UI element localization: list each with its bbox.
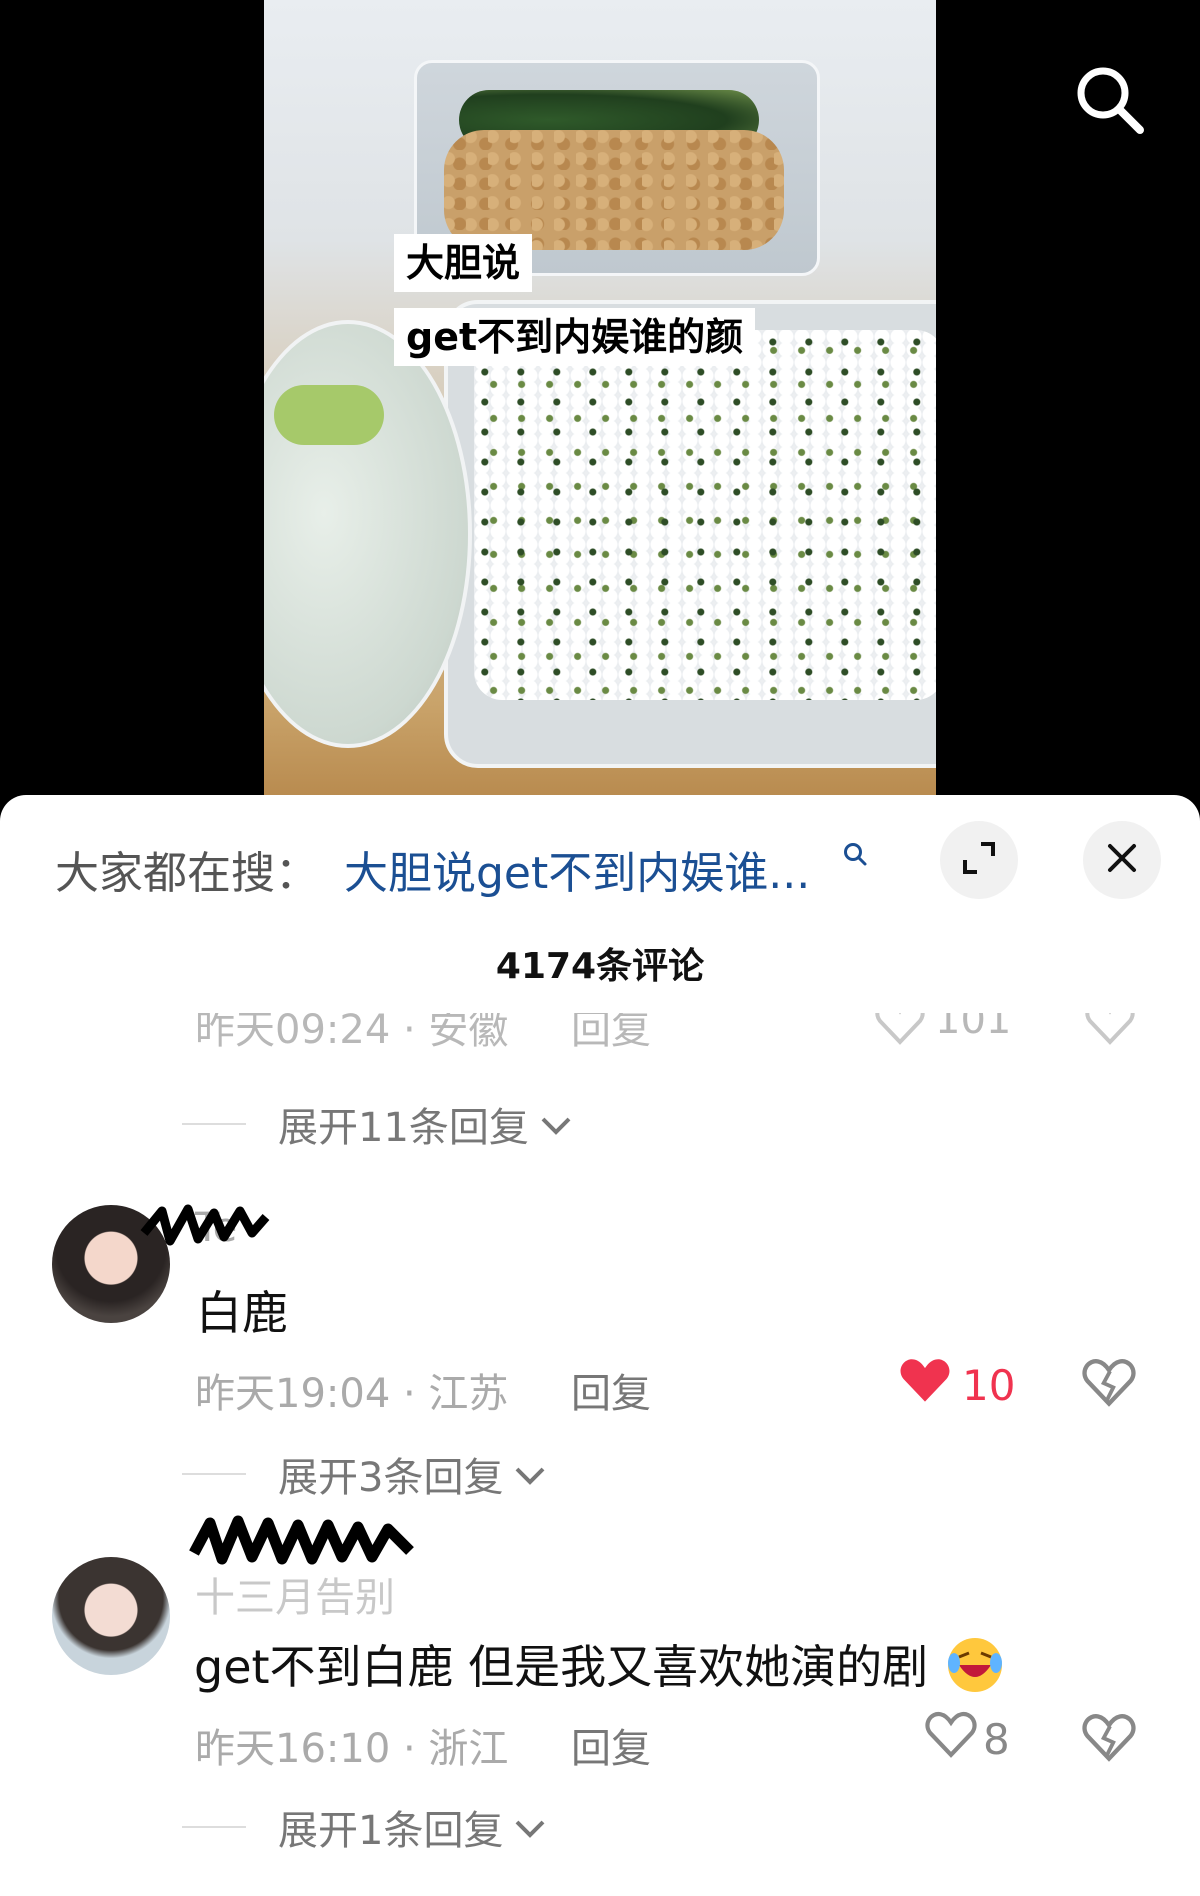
chevron-down-icon bbox=[539, 1101, 573, 1147]
food-soup bbox=[264, 320, 472, 748]
chevron-down-icon bbox=[513, 1804, 547, 1850]
comment-text-body: get不到白鹿 但是我又喜欢她演的剧 bbox=[194, 1640, 929, 1694]
expand-button[interactable] bbox=[940, 821, 1018, 899]
expand-icon bbox=[959, 838, 999, 882]
search-icon[interactable] bbox=[1070, 60, 1150, 140]
expand-replies-button[interactable]: 展开1条回复 bbox=[182, 1798, 547, 1856]
dislike-icon[interactable] bbox=[1082, 1712, 1136, 1766]
comment-meta: 昨天09:24 · 安徽 bbox=[195, 1013, 509, 1051]
search-icon[interactable] bbox=[842, 841, 868, 867]
expand-replies-label: 展开1条回复 bbox=[278, 1808, 504, 1854]
food-rice bbox=[474, 330, 936, 700]
laugh-emoji-icon bbox=[945, 1635, 1005, 1706]
like-count: 101 bbox=[935, 1013, 1012, 1043]
comment-text: get不到白鹿 但是我又喜欢她演的剧 bbox=[194, 1631, 1005, 1706]
comment-sheet: 大家都在搜： 大胆说get不到内娱谁... 4174条评论 昨天09:24 · … bbox=[0, 795, 1200, 1896]
dislike-icon[interactable] bbox=[1085, 1013, 1135, 1051]
expand-replies-label: 展开11条回复 bbox=[278, 1105, 529, 1151]
comment-meta: 昨天16:10 · 浙江 bbox=[195, 1726, 509, 1772]
search-suggestion-link[interactable]: 大胆说get不到内娱谁... bbox=[344, 837, 810, 901]
like-count: 8 bbox=[983, 1714, 1010, 1764]
close-icon bbox=[1104, 840, 1140, 880]
heart-icon bbox=[925, 1710, 977, 1768]
chevron-down-icon bbox=[513, 1451, 547, 1497]
expand-replies-button[interactable]: 展开3条回复 bbox=[182, 1445, 547, 1503]
video-frame bbox=[264, 0, 936, 800]
comment-meta: 昨天19:04 · 江苏 bbox=[195, 1371, 509, 1417]
comment-count-title: 4174条评论 bbox=[495, 946, 705, 987]
reply-button[interactable]: 回复 bbox=[571, 1716, 651, 1774]
divider-line bbox=[182, 1123, 246, 1125]
divider-line bbox=[182, 1826, 246, 1828]
like-button[interactable]: 10 bbox=[898, 1355, 1015, 1415]
reply-button[interactable]: 回复 bbox=[571, 1361, 651, 1419]
food-peanuts bbox=[444, 130, 784, 250]
comment-username[interactable]: 十三月告别 bbox=[195, 1565, 395, 1623]
expand-replies-label: 展开3条回复 bbox=[278, 1455, 504, 1501]
divider-line bbox=[182, 1473, 246, 1475]
scrolled-comment-meta-row: 昨天09:24 · 安徽 回复 101 bbox=[195, 1013, 1155, 1051]
close-button[interactable] bbox=[1083, 821, 1161, 899]
comment-text: 白鹿 bbox=[196, 1286, 288, 1340]
video-player[interactable]: 大胆说 get不到内娱谁的颜 bbox=[0, 0, 1200, 800]
heart-icon bbox=[898, 1355, 952, 1415]
reply-button[interactable]: 回复 bbox=[571, 1013, 651, 1051]
redaction-scribble bbox=[140, 1204, 270, 1246]
avatar[interactable] bbox=[52, 1557, 170, 1675]
like-button[interactable]: 8 bbox=[925, 1710, 1010, 1768]
video-caption-line2: get不到内娱谁的颜 bbox=[394, 308, 756, 366]
dislike-icon[interactable] bbox=[1082, 1357, 1136, 1411]
expand-replies-button[interactable]: 展开11条回复 bbox=[182, 1095, 573, 1153]
redaction-scribble bbox=[189, 1515, 414, 1565]
heart-icon[interactable] bbox=[875, 1013, 925, 1051]
food-soup-vegetable bbox=[274, 385, 384, 445]
search-suggestion-prefix: 大家都在搜： bbox=[55, 848, 319, 899]
like-count: 10 bbox=[962, 1360, 1016, 1410]
comment-sheet-header: 大家都在搜： 大胆说get不到内娱谁... 4174条评论 bbox=[0, 795, 1200, 987]
video-caption-line1: 大胆说 bbox=[394, 234, 533, 292]
